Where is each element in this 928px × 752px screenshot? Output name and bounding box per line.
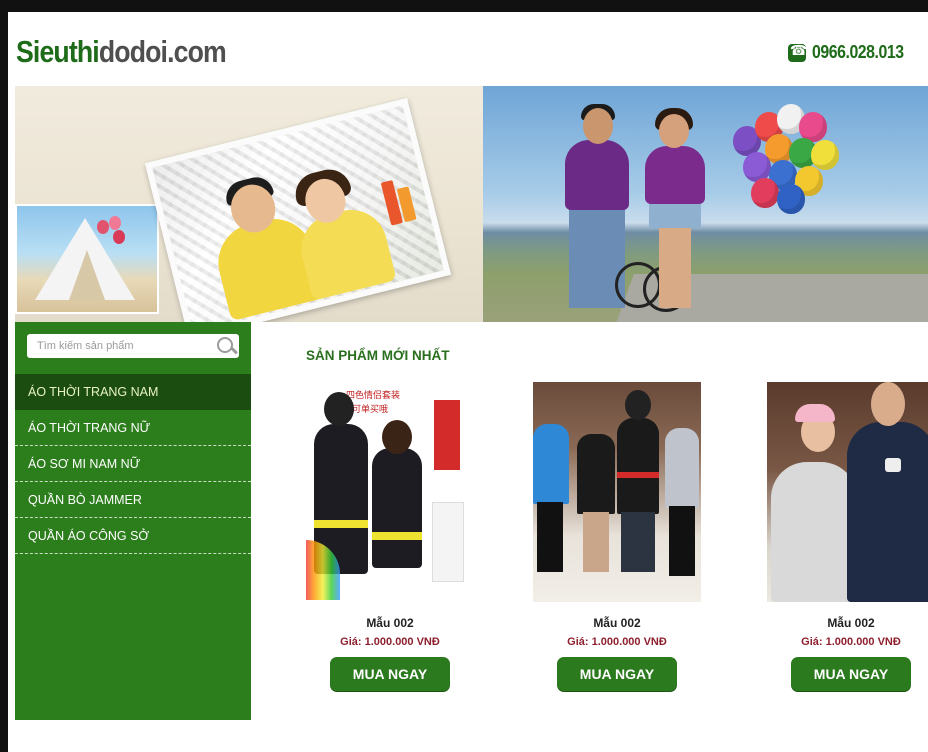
menu-item-quan-bo-jammer[interactable]: QUẦN BÒ JAMMER (15, 482, 251, 518)
product-card: Mẫu 002 Giá: 1.000.000 VNĐ MUA NGAY (532, 382, 702, 691)
product-price: Giá: 1.000.000 VNĐ (801, 636, 901, 648)
page: Sieuthidodoi.com 0966.028.013 (8, 12, 928, 752)
banner-image-couple-indoor (15, 86, 483, 322)
menu-item-ao-so-mi-nam-nu[interactable]: ÁO SƠ MI NAM NỮ (15, 446, 251, 482)
product-price: Giá: 1.000.000 VNĐ (567, 636, 667, 648)
category-menu: ÁO THỜI TRANG NAM ÁO THỜI TRANG NỮ ÁO SƠ… (15, 374, 251, 554)
search-input[interactable] (27, 335, 213, 357)
hotline[interactable]: 0966.028.013 (787, 42, 916, 63)
beach-tent-photo (15, 204, 159, 314)
site-logo[interactable]: Sieuthidodoi.com (16, 34, 227, 70)
banner-image-couple-bicycle (483, 86, 928, 322)
product-image-caption-1: 四色情侣套装 (346, 391, 401, 401)
buy-now-button[interactable]: MUA NGAY (557, 657, 677, 691)
section-title: SẢN PHẨM MỚI NHẤT (306, 348, 450, 363)
logo-text-secondary: dodoi.com (98, 34, 227, 69)
sidebar: ÁO THỜI TRANG NAM ÁO THỜI TRANG NỮ ÁO SƠ… (15, 322, 251, 720)
product-card: 四色情侣套装 可单买哦 Mẫu 002 Giá: 1.000.000 VNĐ M… (305, 382, 475, 691)
buy-now-button[interactable]: MUA NGAY (330, 657, 450, 691)
phone-icon (787, 43, 807, 62)
product-price: Giá: 1.000.000 VNĐ (340, 636, 440, 648)
logo-text-primary: Sieuthi (16, 34, 100, 69)
product-name[interactable]: Mẫu 002 (766, 616, 928, 630)
hotline-number: 0966.028.013 (811, 42, 904, 62)
menu-item-ao-thoi-trang-nu[interactable]: ÁO THỜI TRANG NỮ (15, 410, 251, 446)
search-icon[interactable] (213, 335, 239, 357)
product-image[interactable]: 四色情侣套装 可单买哦 (306, 382, 474, 602)
product-name[interactable]: Mẫu 002 (305, 616, 475, 630)
product-image[interactable] (767, 382, 928, 602)
search-box (27, 334, 239, 358)
menu-item-ao-thoi-trang-nam[interactable]: ÁO THỜI TRANG NAM (15, 374, 251, 410)
menu-item-quan-ao-cong-so[interactable]: QUẦN ÁO CÔNG SỞ (15, 518, 251, 554)
couple-photo-frame (144, 98, 452, 322)
product-card: Mẫu 002 Giá: 1.000.000 VNĐ MUA NGAY (766, 382, 928, 691)
product-image[interactable] (533, 382, 701, 602)
product-name[interactable]: Mẫu 002 (532, 616, 702, 630)
product-image-caption-2: 可单买哦 (352, 405, 389, 415)
buy-now-button[interactable]: MUA NGAY (791, 657, 911, 691)
